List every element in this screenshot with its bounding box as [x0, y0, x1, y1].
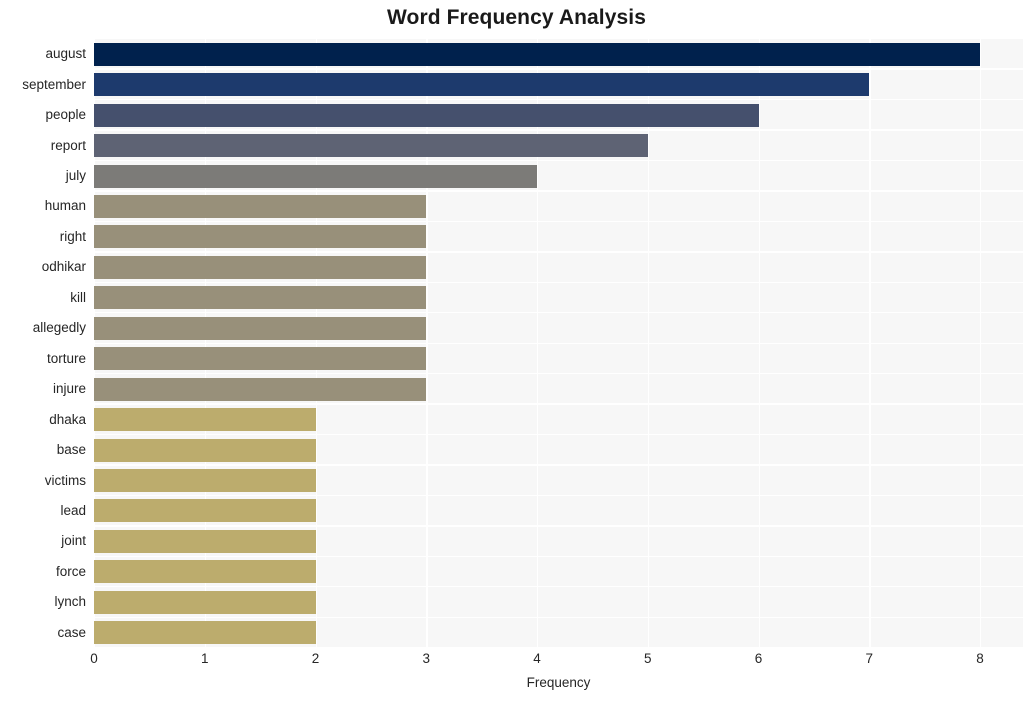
- x-tick-label-7: 7: [865, 651, 873, 666]
- bar-victims[interactable]: [94, 469, 316, 493]
- gridline-y-5: [94, 190, 1023, 192]
- x-tick-label-1: 1: [200, 651, 209, 666]
- bar-september[interactable]: [94, 73, 870, 97]
- x-axis-title: Frequency: [526, 675, 591, 690]
- y-tick-label-case: case: [57, 624, 86, 640]
- gridline-y-0: [94, 38, 1023, 40]
- y-tick-label-allegedly: allegedly: [32, 320, 86, 336]
- gridline-y-6: [94, 220, 1023, 223]
- y-tick-label-torture: torture: [46, 350, 86, 366]
- bar-august[interactable]: [94, 42, 980, 66]
- x-tick-label-2: 2: [311, 651, 320, 666]
- y-tick-label-base: base: [56, 442, 86, 458]
- x-axis-tick-labels: 0 1 2 3 4 5 6 7 8: [0, 650, 1033, 672]
- chart-figure: Word Frequency Analysis august september p…: [0, 0, 1033, 701]
- gridline-y-9: [94, 312, 1023, 314]
- bar-lynch[interactable]: [94, 590, 316, 614]
- y-tick-label-odhikar: odhikar: [41, 259, 86, 275]
- y-tick-label-july: july: [65, 168, 86, 184]
- x-tick-label-4: 4: [533, 651, 541, 666]
- bar-allegedly[interactable]: [94, 316, 427, 340]
- gridline-y-4: [94, 159, 1023, 162]
- gridline-y-12: [94, 403, 1023, 405]
- y-tick-label-dhaka: dhaka: [49, 411, 86, 427]
- gridline-y-2: [94, 98, 1023, 101]
- x-tick-label-3: 3: [422, 651, 430, 666]
- y-tick-label-lead: lead: [60, 502, 86, 518]
- y-tick-label-joint: joint: [61, 533, 86, 549]
- y-tick-label-report: report: [50, 137, 86, 153]
- y-tick-label-right: right: [59, 228, 86, 244]
- y-tick-label-august: august: [45, 46, 86, 62]
- bar-kill[interactable]: [94, 286, 427, 310]
- x-tick-label-0: 0: [90, 651, 98, 666]
- gridline-y-14: [94, 464, 1023, 466]
- bar-report[interactable]: [94, 134, 648, 158]
- gridline-y-17: [94, 555, 1023, 558]
- y-tick-label-victims: victims: [44, 472, 86, 488]
- bar-case[interactable]: [94, 621, 316, 645]
- bar-dhaka[interactable]: [94, 408, 316, 432]
- y-tick-label-injure: injure: [52, 381, 86, 397]
- gridline-y-10: [94, 342, 1023, 344]
- y-tick-label-lynch: lynch: [54, 594, 86, 610]
- y-tick-label-human: human: [44, 198, 86, 214]
- y-axis-tick-labels: august september people report july human righ…: [0, 38, 86, 647]
- gridline-y-8: [94, 281, 1023, 283]
- bar-odhikar[interactable]: [94, 255, 427, 279]
- bar-july[interactable]: [94, 164, 537, 188]
- gridline-y-11: [94, 372, 1023, 375]
- bar-joint[interactable]: [94, 529, 316, 553]
- y-tick-label-september: september: [22, 76, 86, 92]
- x-tick-label-6: 6: [754, 651, 763, 666]
- y-tick-label-people: people: [45, 107, 86, 123]
- gridline-y-16: [94, 525, 1023, 527]
- bar-people[interactable]: [94, 103, 759, 127]
- plot-area: [94, 38, 1023, 647]
- x-tick-label-5: 5: [643, 651, 652, 666]
- bar-human[interactable]: [94, 194, 427, 218]
- x-tick-label-8: 8: [976, 651, 984, 666]
- bar-right[interactable]: [94, 225, 427, 249]
- bar-injure[interactable]: [94, 377, 427, 401]
- bar-force[interactable]: [94, 560, 316, 584]
- y-tick-label-force: force: [55, 563, 86, 579]
- bar-lead[interactable]: [94, 499, 316, 523]
- gridline-y-3: [94, 129, 1023, 131]
- y-tick-label-kill: kill: [70, 289, 86, 305]
- gridline-y-18: [94, 586, 1023, 588]
- bar-base[interactable]: [94, 438, 316, 462]
- gridline-y-15: [94, 494, 1023, 497]
- gridline-y-13: [94, 433, 1023, 436]
- gridline-y-19: [94, 616, 1023, 618]
- gridline-y-7: [94, 251, 1023, 253]
- gridline-y-1: [94, 68, 1023, 70]
- bar-torture[interactable]: [94, 347, 427, 371]
- chart-title: Word Frequency Analysis: [386, 6, 647, 29]
